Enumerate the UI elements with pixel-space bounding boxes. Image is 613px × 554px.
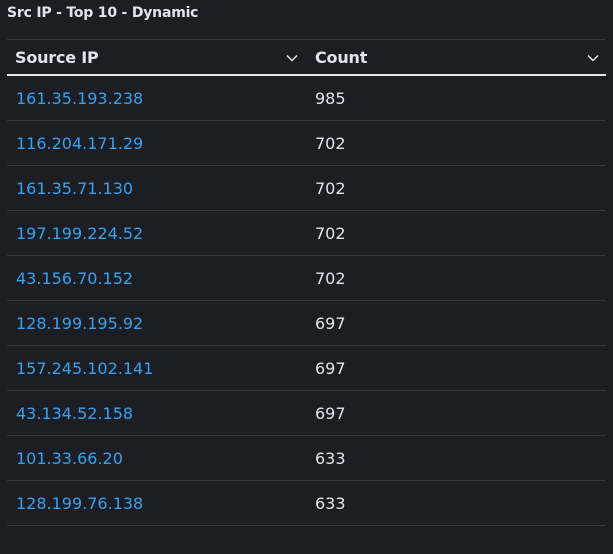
chevron-down-icon[interactable] bbox=[586, 51, 600, 65]
count-value: 702 bbox=[315, 178, 346, 198]
table-row: 128.199.195.92 697 bbox=[7, 301, 606, 346]
source-ip-link[interactable]: 197.199.224.52 bbox=[16, 211, 143, 255]
table-row: 43.134.52.158 697 bbox=[7, 391, 606, 436]
source-ip-link[interactable]: 43.134.52.158 bbox=[16, 391, 133, 435]
source-ip-link[interactable]: 128.199.76.138 bbox=[16, 481, 143, 525]
count-value: 697 bbox=[315, 403, 346, 423]
source-ip-link[interactable]: 157.245.102.141 bbox=[16, 346, 153, 390]
column-header-source-ip[interactable]: Source IP bbox=[7, 40, 305, 75]
table-row: 157.245.102.141 697 bbox=[7, 346, 606, 391]
table-row: 128.199.76.138 633 bbox=[7, 481, 606, 526]
count-value: 633 bbox=[315, 493, 346, 513]
table-row: 197.199.224.52 702 bbox=[7, 211, 606, 256]
count-value: 633 bbox=[315, 448, 346, 468]
chevron-down-icon[interactable] bbox=[285, 51, 299, 65]
table-header: Source IP Count bbox=[7, 39, 606, 76]
count-value: 697 bbox=[315, 358, 346, 378]
panel-title: Src IP - Top 10 - Dynamic bbox=[7, 5, 199, 21]
source-ip-link[interactable]: 161.35.193.238 bbox=[16, 76, 143, 120]
column-header-count[interactable]: Count bbox=[306, 40, 606, 75]
table-row: 101.33.66.20 633 bbox=[7, 436, 606, 481]
visualization-panel: Src IP - Top 10 - Dynamic Source IP Coun… bbox=[0, 0, 613, 554]
source-ip-link[interactable]: 128.199.195.92 bbox=[16, 301, 143, 345]
data-table: Source IP Count 161.35.193.238 985 116.2… bbox=[7, 39, 606, 526]
table-row: 43.156.70.152 702 bbox=[7, 256, 606, 301]
source-ip-link[interactable]: 101.33.66.20 bbox=[16, 436, 123, 480]
table-row: 161.35.71.130 702 bbox=[7, 166, 606, 211]
table-row: 161.35.193.238 985 bbox=[7, 76, 606, 121]
table-body: 161.35.193.238 985 116.204.171.29 702 16… bbox=[7, 76, 606, 526]
source-ip-link[interactable]: 43.156.70.152 bbox=[16, 256, 133, 300]
source-ip-link[interactable]: 161.35.71.130 bbox=[16, 166, 133, 210]
count-value: 697 bbox=[315, 313, 346, 333]
table-row: 116.204.171.29 702 bbox=[7, 121, 606, 166]
column-header-label: Count bbox=[315, 48, 368, 67]
count-value: 702 bbox=[315, 133, 346, 153]
source-ip-link[interactable]: 116.204.171.29 bbox=[16, 121, 143, 165]
count-value: 985 bbox=[315, 88, 346, 108]
count-value: 702 bbox=[315, 268, 346, 288]
column-header-label: Source IP bbox=[15, 48, 99, 67]
count-value: 702 bbox=[315, 223, 346, 243]
